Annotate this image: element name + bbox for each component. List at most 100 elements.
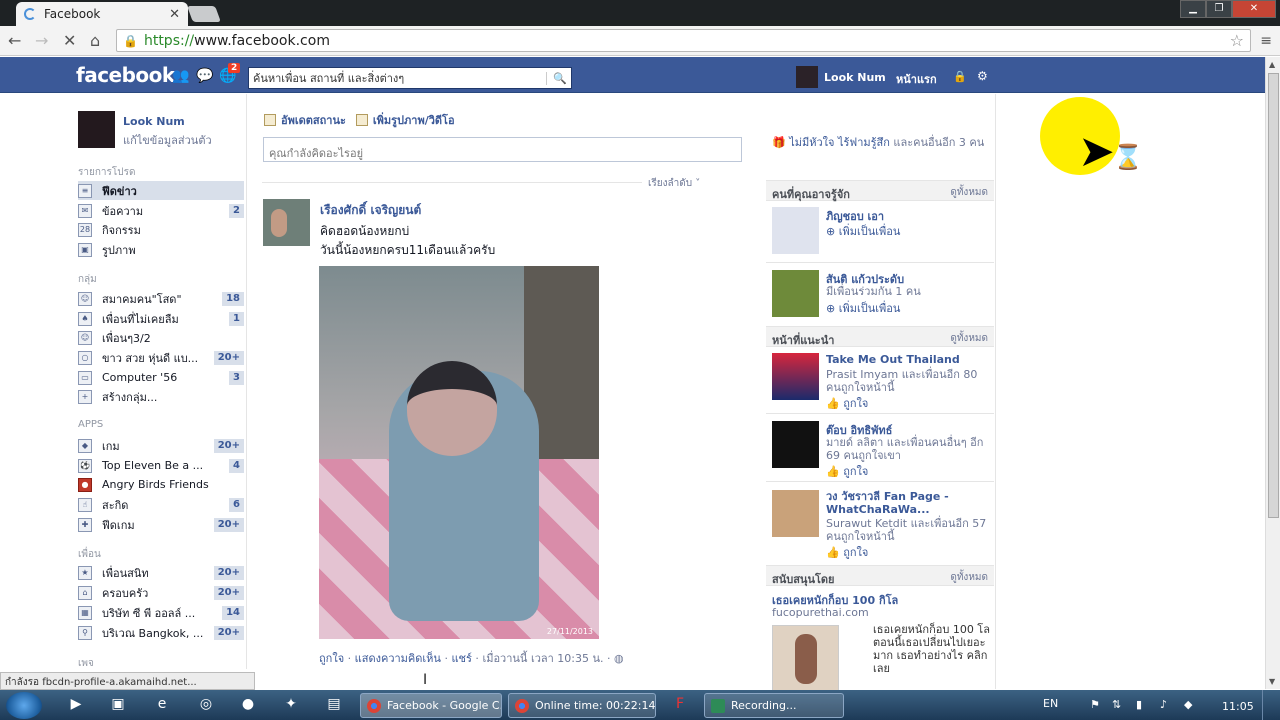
pymk-avatar[interactable]	[772, 207, 819, 254]
bookmark-star-icon[interactable]: ☆	[1230, 31, 1244, 50]
maximize-button[interactable]: ❐	[1206, 0, 1232, 18]
tray-dropbox-icon[interactable]: ◆	[1184, 698, 1192, 711]
post-author-name[interactable]: เรืองศักดิ์ เจริญยนต์	[320, 201, 421, 220]
sidebar-item-friendlist[interactable]: ▦ บริษัท ซี พี ออลล์ ... 14	[78, 603, 244, 622]
like-link[interactable]: ถูกใจ	[319, 652, 344, 665]
sidebar-item-newsfeed[interactable]: ≡ ฟีดข่าว	[78, 181, 244, 200]
page-avatar[interactable]	[772, 353, 819, 400]
ad-body[interactable]: เธอเคยหนักก็อบ 100 โล ตอนนี้เธอเปลี่ยนไป…	[873, 623, 991, 675]
back-icon[interactable]: ←	[8, 31, 21, 50]
page-name[interactable]: Take Me Out Thailand	[826, 353, 960, 366]
tray-volume-icon[interactable]: ♪	[1160, 698, 1167, 711]
pymk-avatar[interactable]	[772, 270, 819, 317]
messages-icon[interactable]: 💬	[196, 68, 213, 84]
page-avatar[interactable]	[772, 490, 819, 537]
post-author-avatar[interactable]	[263, 199, 310, 246]
settings-gear-icon[interactable]: ⚙	[977, 69, 988, 83]
home-link[interactable]: หน้าแรก	[896, 70, 937, 88]
stop-icon[interactable]: ✕	[63, 31, 76, 50]
sidebar-item-group[interactable]: ☺ เพื่อนๆ3/2	[78, 328, 244, 347]
scroll-down-icon[interactable]: ▼	[1269, 677, 1275, 686]
add-friend-button[interactable]: ⊕ เพิ่มเป็นเพื่อน	[826, 222, 900, 240]
post-photo[interactable]: 27/11/2013	[319, 266, 599, 639]
ticker-story[interactable]: 🎁 ไม่มีหัวใจ ไร้ฟามรู้สึก และคนอื่นอีก 3…	[772, 135, 992, 151]
sidebar-item-friendlist[interactable]: ★ เพื่อนสนิท 20+	[78, 563, 244, 582]
sidebar-item-group[interactable]: ○ ขาว สวย หุ่นดี แบ... 20+	[78, 348, 244, 367]
sort-dropdown[interactable]: เรียงลำดับ ˅	[648, 176, 700, 191]
facebook-search-input[interactable]: ค้นหาเพื่อน สถานที่ และสิ่งต่างๆ 🔍	[248, 67, 572, 89]
sidebar-item-group[interactable]: ☺ สมาคมคน"โสด" 18	[78, 289, 244, 308]
ads-see-all[interactable]: ดูทั้งหมด	[950, 570, 988, 583]
page-name[interactable]: วง วัชราวลี Fan Page - WhatChaRaWa...	[826, 490, 991, 516]
search-icon[interactable]: 🔍	[546, 71, 567, 85]
minimize-button[interactable]: ▁	[1180, 0, 1206, 18]
page-avatar[interactable]	[772, 421, 819, 468]
facebook-logo[interactable]: facebook	[76, 63, 175, 87]
friend-requests-icon[interactable]: 👥	[172, 68, 189, 84]
explorer-folder-icon[interactable]: ▤	[324, 696, 344, 714]
pymk-see-all[interactable]: ดูทั้งหมด	[950, 185, 988, 198]
ad-url[interactable]: fucopurethai.com	[772, 606, 869, 619]
scroll-up-icon[interactable]: ▲	[1269, 60, 1275, 69]
status-composer-input[interactable]: คุณกำลังคิดอะไรอยู่	[263, 137, 742, 162]
ad-image[interactable]	[772, 625, 839, 692]
taskbar-chrome-online-time[interactable]: Online time: 00:22:14...	[508, 693, 656, 718]
taskbar-chrome-facebook[interactable]: Facebook - Google C...	[360, 693, 502, 718]
angry-birds-icon: ●	[78, 477, 92, 492]
edit-profile-link[interactable]: แก้ไขข้อมูลส่วนตัว	[123, 131, 212, 149]
sidebar-item-messages[interactable]: ✉ ข้อความ 2	[78, 201, 244, 220]
update-status-tab[interactable]: อัพเดตสถานะ	[281, 111, 346, 129]
comment-link[interactable]: แสดงความคิดเห็น	[355, 652, 441, 665]
tray-flag-icon[interactable]: ⚑	[1090, 698, 1100, 711]
taskbar-recording[interactable]: Recording...	[704, 693, 844, 718]
profile-avatar[interactable]	[78, 111, 115, 148]
sidebar-item-app[interactable]: ⚽ Top Eleven Be a ... 4	[78, 456, 244, 475]
home-icon[interactable]: ⌂	[90, 31, 100, 50]
sidebar-item-friendlist[interactable]: ⚲ บริเวณ Bangkok, ... 20+	[78, 623, 244, 642]
profile-name-link[interactable]: Look Num	[123, 115, 185, 128]
like-page-button[interactable]: 👍 ถูกใจ	[826, 462, 868, 480]
post-timestamp[interactable]: เมื่อวานนี้ เวลา 10:35 น.	[482, 652, 603, 665]
show-desktop-button[interactable]	[1262, 690, 1280, 720]
sidebar-item-events[interactable]: 28 กิจกรรม	[78, 220, 244, 239]
close-window-button[interactable]: ✕	[1232, 0, 1276, 18]
privacy-shortcuts-icon[interactable]: 🔒	[953, 70, 967, 83]
sidebar-item-group[interactable]: ▭ Computer '56 3	[78, 368, 244, 387]
tab-close-icon[interactable]: ✕	[169, 7, 180, 22]
sidebar-item-pokes[interactable]: ☝ สะกิด 6	[78, 495, 244, 514]
sidebar-item-games-feed[interactable]: ✚ ฟีดเกม 20+	[78, 515, 244, 534]
create-group-link[interactable]: + สร้างกลุ่ม...	[78, 387, 244, 406]
search-app-icon[interactable]: ◎	[196, 696, 216, 714]
firefox-icon[interactable]: ●	[238, 696, 258, 714]
internet-explorer-icon[interactable]: e	[152, 696, 172, 714]
sidebar-item-group[interactable]: ♠ เพื่อนที่ไม่เคยลืม 1	[78, 309, 244, 328]
add-friend-button[interactable]: ⊕ เพิ่มเป็นเพื่อน	[826, 299, 900, 317]
start-button[interactable]	[6, 692, 42, 719]
language-indicator[interactable]: EN	[1043, 697, 1058, 710]
sidebar-item-app[interactable]: ● Angry Birds Friends	[78, 475, 244, 494]
tray-network-icon[interactable]: ⇅	[1112, 698, 1121, 711]
browser-menu-icon[interactable]: ≡	[1260, 33, 1272, 49]
flash-icon[interactable]: F	[670, 696, 690, 714]
new-tab-button[interactable]	[187, 6, 221, 22]
tool-icon[interactable]: ✦	[281, 696, 301, 714]
vertical-scrollbar[interactable]: ▲ ▼	[1265, 57, 1280, 689]
sidebar-item-friendlist[interactable]: ⌂ ครอบครัว 20+	[78, 583, 244, 602]
header-profile-link[interactable]: Look Num	[796, 66, 886, 88]
system-clock[interactable]: 11:05	[1222, 700, 1254, 713]
pages-see-all[interactable]: ดูทั้งหมด	[950, 331, 988, 344]
like-page-button[interactable]: 👍 ถูกใจ	[826, 394, 868, 412]
add-photo-tab[interactable]: เพิ่มรูปภาพ/วิดีโอ	[373, 111, 455, 129]
media-player-icon[interactable]: ▶	[66, 696, 86, 714]
scroll-thumb[interactable]	[1268, 73, 1279, 518]
sidebar-item-games[interactable]: ◆ เกม 20+	[78, 436, 244, 455]
share-link[interactable]: แชร์	[451, 652, 471, 665]
sidebar-item-photos[interactable]: ▣ รูปภาพ	[78, 240, 244, 259]
ticker-link[interactable]: ไม่มีหัวใจ ไร้ฟามรู้สึก	[789, 136, 890, 149]
like-page-button[interactable]: 👍 ถูกใจ	[826, 543, 868, 561]
forward-icon[interactable]: →	[35, 31, 48, 50]
desktop-icon[interactable]: ▣	[108, 696, 128, 714]
tab-facebook[interactable]: Facebook ✕	[16, 2, 188, 26]
address-bar[interactable]: 🔒 https:// www.facebook.com ☆	[116, 29, 1251, 52]
tray-signal-icon[interactable]: ▮	[1136, 698, 1142, 711]
